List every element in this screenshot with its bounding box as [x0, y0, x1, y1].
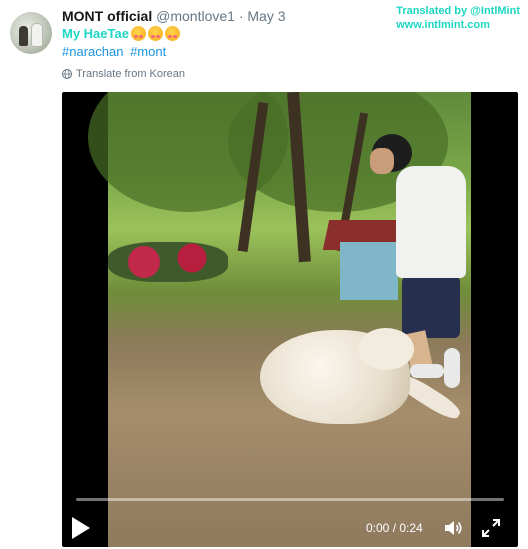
person-shirt: [396, 166, 466, 278]
person-pants: [402, 276, 460, 338]
author-handle[interactable]: @montlove1: [156, 8, 235, 24]
dog-head: [358, 328, 414, 370]
hashtag-list: #narachan #mont: [62, 44, 169, 59]
kissing-face-icon: [130, 26, 146, 41]
video-controls: 0:00 / 0:24: [62, 499, 518, 547]
video-player[interactable]: 0:00 / 0:24: [62, 92, 518, 547]
video-frame: [88, 92, 471, 547]
translator-credit: Translated by @IntlMint www.intlmint.com: [396, 4, 520, 32]
avatar-figure-left: [19, 26, 28, 46]
translate-label: Translate from Korean: [76, 68, 186, 80]
doghouse: [340, 242, 398, 300]
tweet-text: My HaeTae: [62, 26, 180, 41]
separator-dot: ·: [238, 8, 244, 24]
translate-link[interactable]: Translate from Korean: [62, 68, 185, 80]
volume-icon[interactable]: [442, 517, 464, 539]
credit-line-1: Translated by @IntlMint: [396, 5, 520, 17]
credit-line-2: www.intlmint.com: [396, 19, 490, 31]
video-time: 0:00 / 0:24: [366, 521, 423, 535]
flower-bed: [108, 242, 228, 282]
hashtag-mont[interactable]: #mont: [130, 44, 166, 59]
play-icon[interactable]: [72, 517, 90, 539]
tweet-text-label: My HaeTae: [62, 26, 129, 41]
person-shoe: [444, 348, 460, 388]
kissing-face-icon: [147, 26, 163, 41]
avatar-figure-right: [32, 24, 42, 46]
avatar[interactable]: [10, 12, 52, 54]
person-shoe: [410, 364, 444, 378]
globe-icon: [62, 69, 72, 79]
person-face: [370, 148, 394, 174]
tweet-header: MONT official @montlove1 · May 3: [62, 8, 286, 24]
author-name[interactable]: MONT official: [62, 8, 152, 24]
fullscreen-icon[interactable]: [480, 517, 502, 539]
kissing-face-icon: [164, 26, 180, 41]
tweet-date[interactable]: May 3: [247, 8, 285, 24]
hashtag-narachan[interactable]: #narachan: [62, 44, 123, 59]
